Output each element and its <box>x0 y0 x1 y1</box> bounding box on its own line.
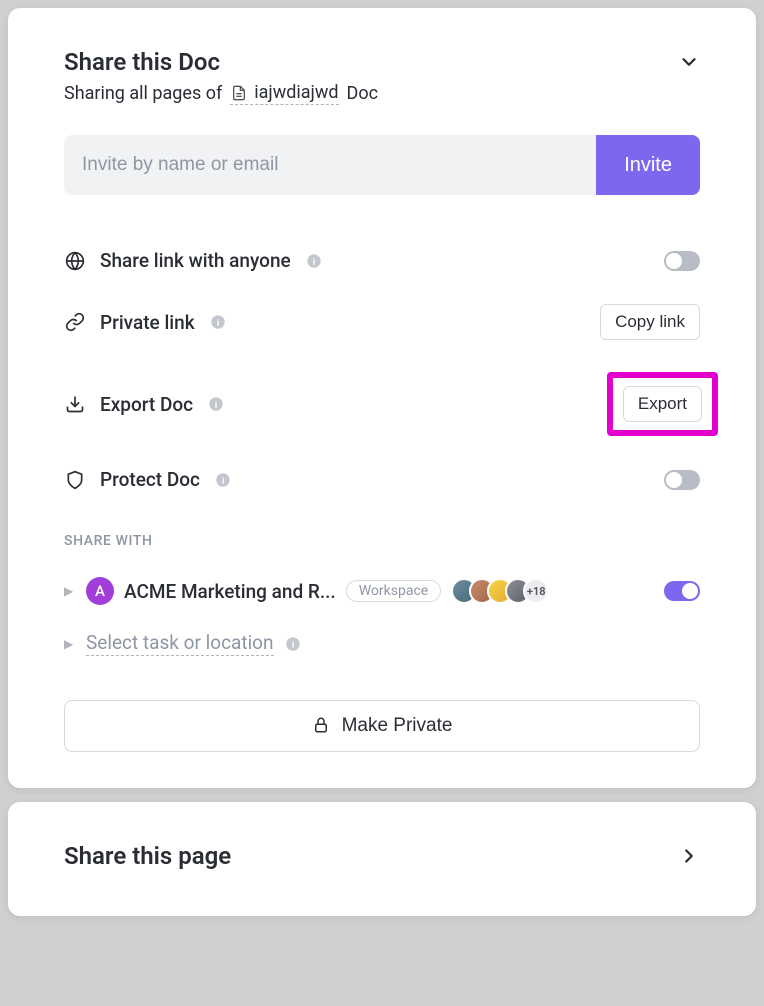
panel-title: Share this Doc <box>64 48 220 76</box>
export-row: Export Doc i Export <box>64 356 700 452</box>
doc-reference[interactable]: iajwdiajwd <box>230 82 338 105</box>
private-link-label: Private link <box>100 311 195 334</box>
doc-suffix: Doc <box>347 83 379 104</box>
svg-text:i: i <box>215 400 218 410</box>
workspace-toggle[interactable] <box>664 581 700 601</box>
copy-link-button[interactable]: Copy link <box>600 304 700 340</box>
document-icon <box>230 84 248 102</box>
workspace-entry[interactable]: ▶ A ACME Marketing and R... Workspace +1… <box>64 569 700 613</box>
select-task-label: Select task or location <box>86 631 274 656</box>
lock-icon <box>312 716 330 737</box>
expand-caret-icon[interactable]: ▶ <box>64 584 76 598</box>
protect-toggle[interactable] <box>664 470 700 490</box>
export-highlight: Export <box>607 372 718 436</box>
share-link-row: Share link with anyone i <box>64 233 700 288</box>
info-icon[interactable]: i <box>284 635 302 653</box>
make-private-label: Make Private <box>342 715 453 737</box>
workspace-avatar: A <box>86 577 114 605</box>
info-icon[interactable]: i <box>207 395 225 413</box>
select-task-row[interactable]: ▶ Select task or location i <box>64 617 700 670</box>
svg-text:i: i <box>291 640 294 650</box>
doc-name: iajwdiajwd <box>254 82 338 103</box>
share-doc-panel: Share this Doc Sharing all pages of iajw… <box>8 8 756 788</box>
expand-chevron-icon[interactable] <box>678 845 700 867</box>
share-link-toggle[interactable] <box>664 251 700 271</box>
shield-icon <box>64 469 86 491</box>
expand-caret-icon[interactable]: ▶ <box>64 637 76 651</box>
export-label: Export Doc <box>100 393 193 416</box>
svg-text:i: i <box>222 476 225 486</box>
info-icon[interactable]: i <box>214 471 232 489</box>
panel-header: Share this Doc <box>64 48 700 76</box>
protect-row: Protect Doc i <box>64 452 700 507</box>
make-private-button[interactable]: Make Private <box>64 700 700 752</box>
download-icon <box>64 393 86 415</box>
share-with-heading: SHARE WITH <box>64 533 700 549</box>
panel-header: Share this page <box>64 842 700 870</box>
link-icon <box>64 311 86 333</box>
share-page-title: Share this page <box>64 842 231 870</box>
globe-icon <box>64 250 86 272</box>
share-page-panel[interactable]: Share this page <box>8 802 756 916</box>
workspace-name: ACME Marketing and R... <box>124 580 336 603</box>
invite-row: Invite <box>64 135 700 195</box>
member-avatars: +18 <box>451 578 549 604</box>
info-icon[interactable]: i <box>305 252 323 270</box>
subtitle-prefix: Sharing all pages of <box>64 83 222 104</box>
collapse-chevron-icon[interactable] <box>678 51 700 73</box>
svg-text:i: i <box>312 257 315 267</box>
invite-input[interactable] <box>64 135 596 195</box>
protect-label: Protect Doc <box>100 468 200 491</box>
info-icon[interactable]: i <box>209 313 227 331</box>
private-link-row: Private link i Copy link <box>64 288 700 356</box>
workspace-badge: Workspace <box>346 580 442 602</box>
invite-button[interactable]: Invite <box>596 135 700 195</box>
export-button[interactable]: Export <box>623 386 702 422</box>
share-link-label: Share link with anyone <box>100 249 291 272</box>
panel-subtitle: Sharing all pages of iajwdiajwd Doc <box>64 82 700 105</box>
svg-text:i: i <box>216 318 219 328</box>
avatar-more-count[interactable]: +18 <box>523 578 549 604</box>
